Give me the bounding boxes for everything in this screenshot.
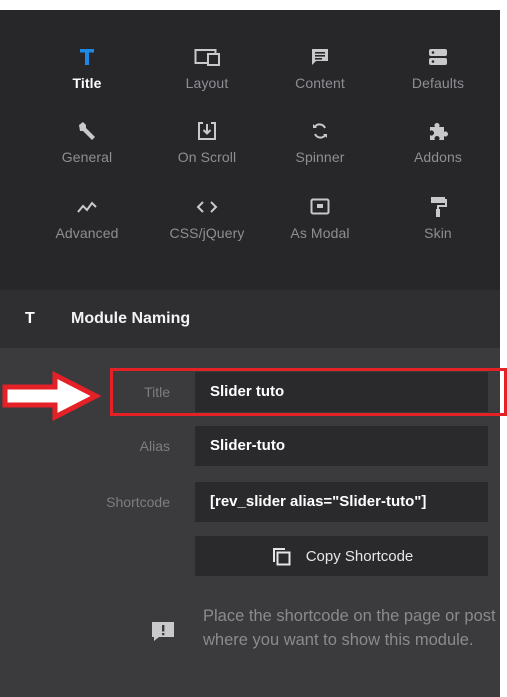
module-naming-header[interactable]: T Module Naming bbox=[0, 290, 500, 348]
advanced-icon bbox=[76, 196, 98, 218]
shortcode-row: Shortcode [rev_slider alias="Slider-tuto… bbox=[0, 482, 500, 522]
spinner-icon bbox=[310, 120, 330, 142]
tab-addons[interactable]: Addons bbox=[376, 106, 500, 176]
layout-icon bbox=[194, 46, 220, 68]
tab-on-scroll-label: On Scroll bbox=[177, 149, 237, 165]
tab-defaults[interactable]: Defaults bbox=[376, 32, 500, 102]
puzzle-icon bbox=[427, 120, 449, 142]
tab-layout[interactable]: Layout bbox=[145, 32, 269, 102]
copy-shortcode-button[interactable]: Copy Shortcode bbox=[195, 536, 488, 576]
info-comment-icon bbox=[152, 622, 174, 641]
tab-as-modal-label: As Modal bbox=[290, 225, 350, 241]
tab-spinner[interactable]: Spinner bbox=[258, 106, 382, 176]
info-text: Place the shortcode on the page or post … bbox=[203, 607, 496, 649]
paint-roller-icon bbox=[429, 196, 447, 218]
tab-css-jquery[interactable]: CSS/jQuery bbox=[145, 182, 269, 252]
tab-addons-label: Addons bbox=[413, 149, 463, 165]
tab-spinner-label: Spinner bbox=[295, 149, 345, 165]
tab-on-scroll[interactable]: On Scroll bbox=[145, 106, 269, 176]
code-icon bbox=[195, 196, 219, 218]
alias-input[interactable]: Slider-tuto bbox=[195, 426, 488, 466]
content-icon bbox=[310, 46, 330, 68]
highlight-box bbox=[110, 368, 507, 416]
module-settings-panel: Title Layout Content Defaults General On… bbox=[0, 10, 500, 697]
tab-layout-label: Layout bbox=[185, 75, 229, 91]
tab-skin-label: Skin bbox=[424, 225, 452, 241]
section-title: Module Naming bbox=[71, 310, 191, 327]
copy-shortcode-label: Copy Shortcode bbox=[305, 547, 414, 565]
red-arrow-icon bbox=[2, 371, 102, 421]
shortcode-input[interactable]: [rev_slider alias="Slider-tuto"] bbox=[195, 482, 488, 522]
on-scroll-icon bbox=[197, 120, 217, 142]
tab-advanced-label: Advanced bbox=[55, 225, 119, 241]
tab-advanced[interactable]: Advanced bbox=[25, 182, 149, 252]
modal-icon bbox=[310, 196, 330, 218]
tab-content-label: Content bbox=[295, 75, 345, 91]
tab-title[interactable]: Title bbox=[25, 32, 149, 102]
settings-tabs: Title Layout Content Defaults General On… bbox=[0, 10, 500, 290]
tab-content[interactable]: Content bbox=[258, 32, 382, 102]
title-t-icon bbox=[79, 46, 95, 68]
wrench-icon bbox=[76, 120, 98, 142]
tab-title-label: Title bbox=[72, 75, 102, 91]
alias-row: Alias Slider-tuto bbox=[0, 426, 500, 466]
tab-css-jquery-label: CSS/jQuery bbox=[169, 225, 245, 241]
alias-label: Alias bbox=[139, 438, 170, 454]
tab-as-modal[interactable]: As Modal bbox=[258, 182, 382, 252]
defaults-icon bbox=[428, 46, 448, 68]
copy-icon bbox=[272, 548, 291, 566]
tab-defaults-label: Defaults bbox=[411, 75, 465, 91]
title-t-icon: T bbox=[25, 310, 35, 327]
tab-general-label: General bbox=[61, 149, 113, 165]
tab-skin[interactable]: Skin bbox=[376, 182, 500, 252]
tab-general[interactable]: General bbox=[25, 106, 149, 176]
shortcode-label: Shortcode bbox=[106, 494, 170, 510]
